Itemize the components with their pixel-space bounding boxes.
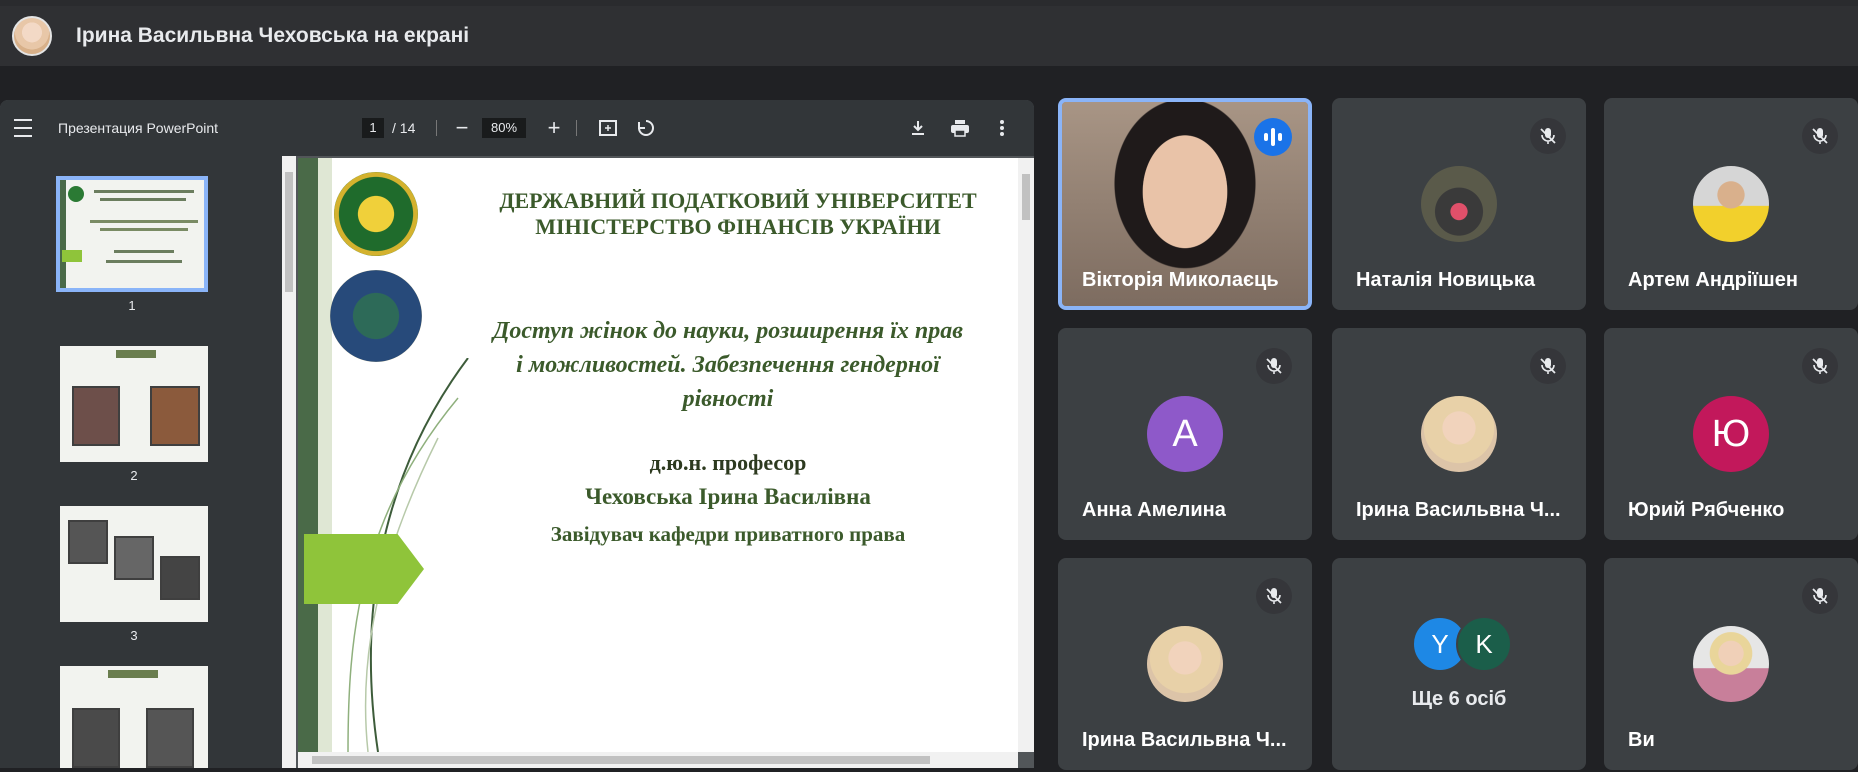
page-total: / 14 (392, 120, 416, 136)
participant-tile-self[interactable]: Ви (1604, 558, 1858, 770)
participant-tile[interactable]: Ірина Васильвна Ч... (1332, 328, 1586, 540)
zoom-in-button[interactable]: + (544, 100, 564, 156)
participant-initial-avatar: K (1456, 616, 1512, 672)
page-number-input[interactable]: 1 (362, 118, 384, 138)
thumbnail-page-4[interactable] (60, 666, 208, 768)
slide-heading-line-1: ДЕРЖАВНИЙ ПОДАТКОВИЙ УНІВЕРСИТЕТ (499, 188, 977, 213)
participant-name: Анна Амелина (1082, 499, 1226, 521)
participant-avatar (1693, 166, 1769, 242)
participant-name: Наталія Новицька (1356, 269, 1535, 291)
thumbnail-page-2[interactable]: 2 (60, 346, 208, 483)
participant-initial-avatar: A (1147, 396, 1223, 472)
thumbnail-label: 1 (128, 298, 136, 313)
pdf-viewer: Презентация PowerPoint 1 / 14 − 80% + 1 … (0, 100, 1034, 768)
thumbnail-page-1[interactable]: 1 (56, 176, 208, 313)
download-icon[interactable] (906, 100, 930, 156)
slide-page: ДЕРЖАВНИЙ ПОДАТКОВИЙ УНІВЕРСИТЕТ МІНІСТЕ… (298, 158, 1018, 752)
participant-initial-avatar: Ю (1693, 396, 1769, 472)
slide-topic-line-2: і можливостей. Забезпечення гендерної (516, 352, 940, 378)
print-icon[interactable] (948, 100, 972, 156)
thumbnail-page-3[interactable]: 3 (60, 506, 208, 643)
thumbnail-sidebar: 1 2 3 (0, 156, 282, 768)
toolbar-divider (436, 120, 437, 136)
menu-icon[interactable] (12, 100, 34, 156)
fit-page-icon[interactable] (596, 100, 620, 156)
presenter-header: Ірина Васильвна Чеховська на екрані (0, 6, 1858, 66)
pdf-toolbar: Презентация PowerPoint 1 / 14 − 80% + (0, 100, 1034, 156)
institute-emblem (330, 270, 422, 362)
slide-position: Завідувач кафедри приватного права (550, 522, 906, 546)
rotate-icon[interactable] (634, 100, 658, 156)
participant-name: Ви (1628, 729, 1655, 751)
participant-tile[interactable]: Артем Андріїшен (1604, 98, 1858, 310)
zoom-input[interactable]: 80% (482, 118, 526, 138)
participant-tile[interactable]: Наталія Новицька (1332, 98, 1586, 310)
mic-off-icon (1802, 118, 1838, 154)
mic-off-icon (1256, 348, 1292, 384)
presenter-title: Ірина Васильвна Чеховська на екрані (76, 24, 470, 47)
mic-off-icon (1530, 348, 1566, 384)
participant-name: Артем Андріїшен (1628, 269, 1798, 291)
participant-name: Вікторія Миколаєць (1082, 269, 1279, 291)
participant-name: Ірина Васильвна Ч... (1356, 499, 1561, 521)
participant-tile[interactable]: Ірина Васильвна Ч... (1058, 558, 1312, 770)
slide-topic-line-3: рівності (682, 386, 774, 412)
university-emblem (334, 172, 418, 256)
participant-tile[interactable]: A Анна Амелина (1058, 328, 1312, 540)
thumbnail-label: 2 (130, 468, 138, 483)
page-selector: 1 / 14 (362, 100, 415, 156)
sidebar-scrollbar[interactable] (282, 156, 296, 768)
participant-avatar (1421, 396, 1497, 472)
zoom-out-button[interactable]: − (452, 100, 472, 156)
toolbar-divider (576, 120, 577, 136)
participant-name: Юрий Рябченко (1628, 499, 1785, 521)
slide-vertical-scrollbar[interactable] (1018, 158, 1034, 752)
slide-heading-line-2: МІНІСТЕРСТВО ФІНАНСІВ УКРАЇНИ (535, 214, 941, 239)
participant-avatar (1147, 626, 1223, 702)
participant-avatar (1693, 626, 1769, 702)
participant-tile-speaking[interactable]: Вікторія Миколаєць (1058, 98, 1312, 310)
audio-wave-icon (1254, 118, 1292, 156)
slide-author: Чеховська Ірина Василівна (585, 484, 871, 509)
participant-avatar (1421, 166, 1497, 242)
more-participants-label: Ще 6 осіб (1411, 688, 1507, 710)
zoom-level: 80% (482, 100, 526, 156)
participant-tile[interactable]: Ю Юрий Рябченко (1604, 328, 1858, 540)
document-title: Презентация PowerPoint (58, 120, 219, 136)
mic-off-icon (1802, 348, 1838, 384)
slide-topic-line-1: Доступ жінок до науки, розширення їх пра… (493, 318, 963, 344)
presenter-avatar (12, 16, 52, 56)
participant-name: Ірина Васильвна Ч... (1082, 729, 1287, 751)
slide-degree: д.ю.н. професор (649, 450, 807, 475)
mic-off-icon (1802, 578, 1838, 614)
slide-horizontal-scrollbar[interactable] (298, 752, 1018, 768)
more-participants-tile[interactable]: Y K Ще 6 осіб (1332, 558, 1586, 770)
more-vert-icon[interactable] (990, 100, 1014, 156)
mic-off-icon (1256, 578, 1292, 614)
thumbnail-label: 3 (130, 628, 138, 643)
mic-off-icon (1530, 118, 1566, 154)
